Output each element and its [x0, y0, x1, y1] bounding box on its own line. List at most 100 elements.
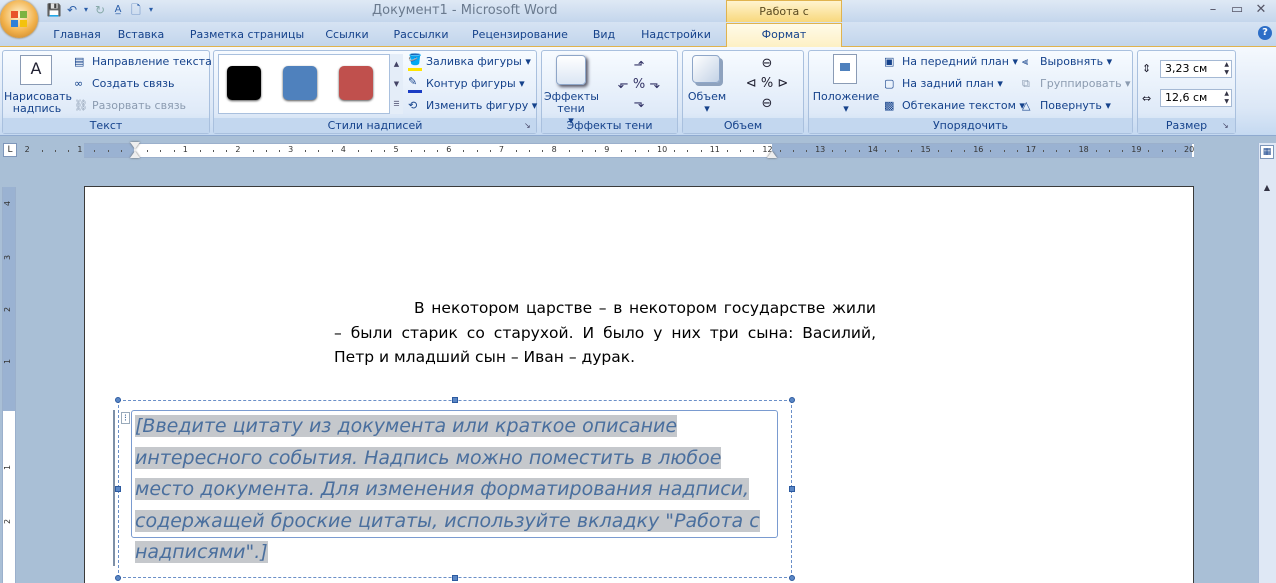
- 3d-effects-icon[interactable]: [692, 55, 720, 83]
- horizontal-ruler[interactable]: 2 1 1 2 3 4 5 6 7 8 9 10 11 12 13 14 15 16 17 18 19 20: [25, 143, 1194, 158]
- ruler-tick: [740, 150, 742, 152]
- resize-handle-r[interactable]: [789, 486, 795, 492]
- shadow-toggle-icon[interactable]: %: [633, 77, 645, 92]
- tilt-right-icon[interactable]: ⊳: [777, 76, 788, 91]
- restore-button[interactable]: ▭: [1226, 2, 1248, 18]
- tab-view[interactable]: Вид: [586, 26, 622, 44]
- body-paragraph[interactable]: В некотором царстве – в некотором госуда…: [334, 296, 876, 370]
- ruler-tick: [990, 150, 992, 152]
- position-label: Положение: [812, 90, 880, 103]
- shadow-nudge-up-icon[interactable]: ⬏: [608, 56, 670, 75]
- close-button[interactable]: ✕: [1250, 2, 1272, 18]
- resize-handle-tr[interactable]: [789, 397, 795, 403]
- group-text-label: Текст: [3, 118, 209, 133]
- position-button[interactable]: Положение ▾: [812, 91, 880, 115]
- left-indent-marker[interactable]: [130, 151, 140, 158]
- ruler-toggle-icon[interactable]: ▦: [1260, 145, 1274, 159]
- resize-handle-b[interactable]: [452, 575, 458, 581]
- text-direction-button[interactable]: ▤ Направление текста: [74, 53, 212, 71]
- tab-selector-button[interactable]: L: [3, 143, 17, 157]
- tab-references[interactable]: Ссылки: [322, 26, 372, 44]
- width-spinner-icon[interactable]: ▲ ▼: [1224, 90, 1229, 106]
- shadow-nudge-down-icon[interactable]: ⬎: [608, 94, 670, 113]
- textbox-placeholder-text[interactable]: [Введите цитату из документа или краткое…: [135, 411, 775, 569]
- 3d-toggle-icon[interactable]: %: [761, 76, 773, 91]
- tab-mailings[interactable]: Рассылки: [388, 26, 454, 44]
- style-swatch-blue[interactable]: [283, 66, 317, 100]
- redo-icon[interactable]: ↻: [92, 2, 108, 18]
- send-back-icon: ▢: [884, 77, 895, 90]
- rotate-button[interactable]: △ Повернуть ▾: [1022, 97, 1111, 115]
- tab-format[interactable]: Формат: [726, 23, 842, 47]
- vertical-scrollbar[interactable]: ▦ ▲: [1258, 143, 1276, 583]
- vruler-number: 2: [3, 518, 13, 525]
- change-shape-button[interactable]: ⟲ Изменить фигуру ▾: [408, 97, 537, 115]
- size-dialog-launcher-icon[interactable]: ↘: [1222, 121, 1229, 130]
- tab-page-layout[interactable]: Разметка страницы: [186, 26, 308, 44]
- ruler-number: 14: [867, 145, 878, 154]
- style-swatch-black[interactable]: [227, 66, 261, 100]
- style-swatch-red[interactable]: [339, 66, 373, 100]
- shadow-nudge-left-icon[interactable]: ⬐: [618, 77, 629, 92]
- tilt-down-icon[interactable]: ⊖: [734, 94, 800, 114]
- draw-textbox-button[interactable]: Нарисовать надпись: [4, 91, 72, 115]
- text-direction-icon: ▤: [74, 55, 85, 68]
- shadow-nudge-right-icon[interactable]: ⬎: [649, 77, 660, 92]
- ruler-tick: [884, 150, 886, 152]
- width-field[interactable]: 12,6 см ▲ ▼: [1160, 89, 1232, 107]
- undo-icon[interactable]: ↶: [64, 2, 80, 18]
- text-wrap-button[interactable]: ▩ Обтекание текстом ▾: [884, 97, 1025, 115]
- shadow-effects-button[interactable]: Эффекты тени ▾: [544, 91, 599, 127]
- right-indent-marker[interactable]: [767, 151, 777, 158]
- textbox-draw-icon[interactable]: A: [20, 55, 52, 85]
- tilt-left-icon[interactable]: ⊲: [746, 76, 757, 91]
- resize-handle-l[interactable]: [115, 486, 121, 492]
- resize-handle-t[interactable]: [452, 397, 458, 403]
- position-icon[interactable]: [833, 54, 857, 84]
- shadow-nudge-controls: ⬏ ⬐ % ⬎ ⬎: [608, 56, 670, 114]
- tab-home[interactable]: Главная: [48, 26, 106, 44]
- vertical-ruler[interactable]: 4 3 2 1 1 2: [2, 187, 16, 583]
- 3d-effects-button[interactable]: Объем ▾: [684, 91, 730, 115]
- resize-handle-br[interactable]: [789, 575, 795, 581]
- customize-qat-icon[interactable]: ▾: [146, 2, 156, 18]
- ruler-number: 18: [1078, 145, 1089, 154]
- gallery-scroll[interactable]: ▲ ▼ ☰: [389, 54, 403, 114]
- first-line-indent-marker[interactable]: [130, 142, 140, 149]
- tab-review[interactable]: Рецензирование: [468, 26, 572, 44]
- ruler-tick: [792, 150, 794, 152]
- office-button[interactable]: [0, 0, 38, 38]
- resize-handle-tl[interactable]: [115, 397, 121, 403]
- send-back-button[interactable]: ▢ На задний план ▾: [884, 75, 1003, 93]
- change-shape-icon: ⟲: [408, 99, 418, 112]
- styles-dialog-launcher-icon[interactable]: ↘: [524, 121, 531, 130]
- tilt-up-icon[interactable]: ⊖: [734, 54, 800, 74]
- new-document-icon[interactable]: 🗋: [128, 2, 144, 18]
- minimize-button[interactable]: –: [1202, 2, 1224, 18]
- height-field[interactable]: 3,23 см ▲ ▼: [1160, 60, 1232, 78]
- anchor-icon[interactable]: ⁝: [121, 412, 130, 424]
- group-button[interactable]: ⧉ Группировать ▾: [1022, 75, 1131, 93]
- shape-fill-button[interactable]: 🪣 Заливка фигуры ▾: [408, 53, 531, 71]
- rotate-label: Повернуть: [1040, 99, 1102, 112]
- resize-handle-bl[interactable]: [115, 575, 121, 581]
- shadow-effects-icon[interactable]: [556, 55, 586, 85]
- group-size-label: Размер: [1138, 118, 1235, 133]
- scroll-up-icon[interactable]: ▲: [1260, 183, 1274, 197]
- break-link-label: Разорвать связь: [92, 99, 187, 112]
- context-tab-header: Работа с надписями: [726, 0, 842, 40]
- create-link-button[interactable]: ∞ Создать связь: [74, 75, 174, 93]
- undo-dropdown-icon[interactable]: ▾: [82, 2, 90, 18]
- align-button[interactable]: ⫷ Выровнять ▾: [1022, 53, 1112, 71]
- tab-addins[interactable]: Надстройки: [636, 26, 716, 44]
- ruler-tick: [68, 150, 70, 152]
- help-icon[interactable]: ?: [1258, 26, 1272, 40]
- save-icon[interactable]: 💾: [46, 2, 62, 18]
- break-link-button[interactable]: ⛓ Разорвать связь: [74, 97, 186, 115]
- spelling-icon[interactable]: A̲: [110, 2, 126, 18]
- bring-front-button[interactable]: ▣ На передний план ▾: [884, 53, 1018, 71]
- vruler-number: 2: [3, 306, 13, 313]
- tab-insert[interactable]: Вставка: [112, 26, 170, 44]
- height-spinner-icon[interactable]: ▲ ▼: [1224, 61, 1229, 77]
- shape-outline-button[interactable]: ✎ Контур фигуры ▾: [408, 75, 525, 93]
